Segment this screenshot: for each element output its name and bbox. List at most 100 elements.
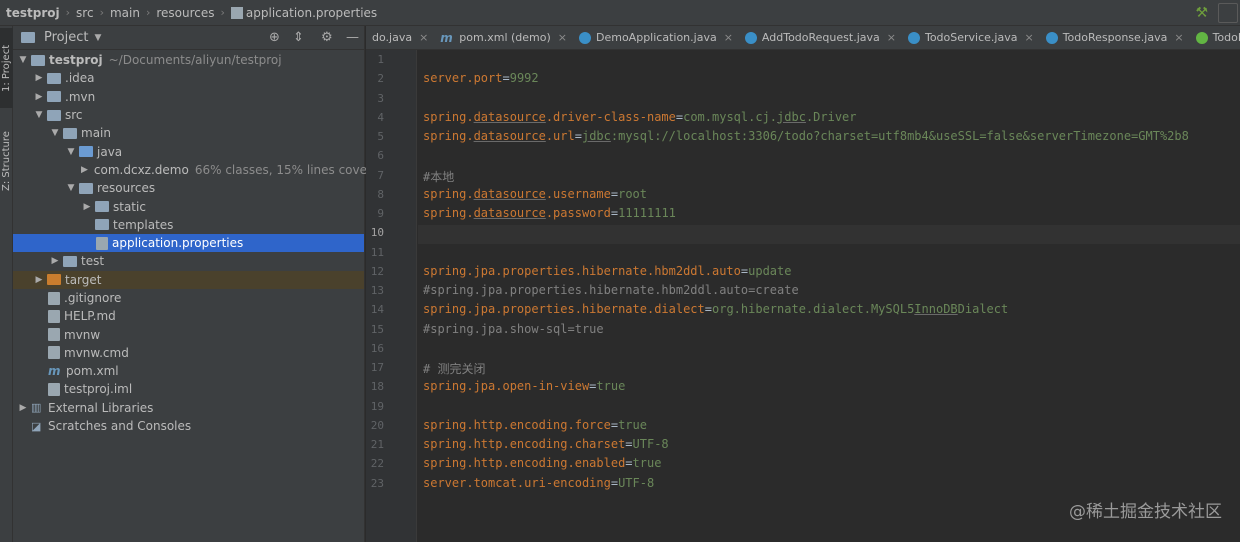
collapse-all-icon[interactable]: ⇕	[293, 30, 304, 46]
tree-item[interactable]: ▶ static	[13, 197, 364, 215]
build-hammer-icon[interactable]: ⚒	[1195, 5, 1208, 21]
breadcrumb-item[interactable]: application.properties	[230, 6, 377, 20]
expanded-arrow-icon[interactable]: ▼	[49, 128, 61, 138]
breadcrumb-item[interactable]: resources	[156, 6, 214, 20]
line-number: 13	[370, 284, 384, 297]
close-icon[interactable]: ×	[558, 31, 567, 44]
tree-item[interactable]: ▼ resources	[13, 179, 364, 197]
tree-item-label: test	[81, 254, 105, 269]
code-token: # 测完关闭	[423, 362, 486, 376]
tree-item[interactable]: HELP.md	[13, 307, 364, 325]
class-icon	[579, 31, 591, 44]
project-folder-icon	[21, 32, 35, 43]
tree-item-hint: ~/Documents/aliyun/testproj	[108, 53, 282, 68]
locate-target-icon[interactable]: ⊕	[269, 30, 280, 46]
code-token: =	[704, 302, 712, 317]
breadcrumb-item[interactable]: testproj	[6, 6, 60, 20]
editor-tab[interactable]: m pom.xml (demo) ×	[434, 26, 573, 49]
collapsed-arrow-icon[interactable]: ▶	[33, 275, 45, 285]
window-layout-icon[interactable]	[1218, 3, 1238, 23]
code-line: spring.http.encoding.enabled=true	[423, 456, 661, 470]
tree-item[interactable]: .gitignore	[13, 289, 364, 307]
project-panel-title[interactable]: Project	[44, 30, 88, 45]
tree-item-label: .mvn	[65, 89, 96, 104]
code-token: datasource	[473, 129, 546, 143]
editor-tab[interactable]: DemoApplication.java ×	[573, 26, 739, 49]
tree-item[interactable]: ▶ test	[13, 252, 364, 270]
code-line: #spring.jpa.show-sql=true	[423, 322, 604, 336]
collapsed-arrow-icon[interactable]: ▶	[81, 165, 88, 175]
code-line: spring.jpa.open-in-view=true	[423, 379, 625, 393]
tree-item[interactable]: templates	[13, 216, 364, 234]
tree-item-hint: 66% classes, 15% lines cove	[194, 162, 367, 177]
tree-item[interactable]: testproj.iml	[13, 380, 364, 398]
project-tree: ▼ testproj ~/Documents/aliyun/testproj ▶ .id…	[13, 50, 367, 435]
code-token: spring.jpa.properties.hibernate.dialect	[423, 302, 705, 317]
code-line: server.port=9992	[423, 71, 539, 85]
code-token: spring.	[423, 186, 474, 201]
code-editor[interactable]: 1 2 3 4 5 6 7 8 9 10 11 12 13 14 15 16 17 18 19 20 21 22 23 se…	[366, 50, 1240, 542]
expanded-arrow-icon[interactable]: ▼	[65, 147, 77, 157]
editor-tab[interactable]: TodoResponse.java ×	[1040, 26, 1190, 49]
breadcrumb-label: resources	[156, 5, 215, 20]
tree-item[interactable]: ▶ target	[13, 270, 364, 289]
breadcrumb-label: testproj	[6, 5, 60, 20]
tree-item[interactable]: ▶ ▥ External Libraries	[13, 399, 364, 417]
gear-icon[interactable]: ⚙	[321, 30, 333, 46]
line-number: 14	[370, 303, 384, 317]
close-icon[interactable]: ×	[887, 31, 896, 44]
tree-item-label: target	[65, 272, 102, 287]
breadcrumb-item[interactable]: main	[110, 6, 140, 20]
file-icon	[48, 382, 60, 396]
close-icon[interactable]: ×	[1174, 31, 1183, 44]
collapsed-arrow-icon[interactable]: ▶	[33, 92, 45, 102]
code-token: root	[618, 186, 647, 201]
folder-icon	[47, 109, 61, 121]
close-icon[interactable]: ×	[419, 31, 428, 44]
tree-item[interactable]: mvnw	[13, 325, 364, 343]
tool-tab-project[interactable]: 1: Project	[0, 28, 13, 108]
class-icon	[744, 31, 757, 44]
expanded-arrow-icon[interactable]: ▼	[65, 183, 77, 193]
tree-item[interactable]: ▼ testproj ~/Documents/aliyun/testproj	[13, 51, 364, 69]
editor-tab[interactable]: TodoRepository.java×	[1190, 26, 1240, 49]
code-token: true	[632, 456, 662, 471]
editor-tab-label: AddTodoRequest.java	[761, 31, 880, 44]
code-token: #spring.jpa.show-sql=true	[423, 321, 604, 336]
line-number: 12	[370, 264, 384, 278]
close-icon[interactable]: ×	[724, 31, 733, 44]
collapsed-arrow-icon[interactable]: ▶	[33, 73, 45, 83]
tree-item[interactable]: m pom.xml	[13, 362, 364, 380]
tree-item[interactable]: mvnw.cmd	[13, 344, 364, 362]
collapsed-arrow-icon[interactable]: ▶	[81, 202, 93, 212]
tree-item[interactable]: ▶ com.dcxz.demo 66% classes, 15% lines cov…	[13, 161, 367, 179]
breadcrumb-separator-icon: ›	[99, 6, 104, 19]
editor-tab[interactable]: AddTodoRequest.java ×	[739, 26, 902, 49]
chevron-down-icon[interactable]: ▼	[94, 33, 101, 43]
hide-panel-icon[interactable]: —	[346, 30, 359, 46]
tree-item-label: resources	[97, 181, 156, 196]
editor-tab[interactable]: TodoService.java ×	[902, 26, 1040, 49]
tree-item-label: templates	[113, 217, 174, 232]
expanded-arrow-icon[interactable]: ▼	[17, 55, 29, 65]
close-icon[interactable]: ×	[1024, 31, 1033, 44]
tool-tab-structure[interactable]: Z: Structure	[0, 116, 13, 206]
tree-item-label: .idea	[65, 71, 95, 86]
collapsed-arrow-icon[interactable]: ▶	[49, 256, 61, 266]
tree-item[interactable]: ▶ .mvn	[13, 88, 364, 106]
code-token: server.port	[423, 71, 503, 86]
editor-tab[interactable]: do.java ×	[366, 26, 434, 49]
folder-icon	[79, 146, 93, 158]
collapsed-arrow-icon[interactable]: ▶	[17, 403, 29, 413]
project-panel-header: Project ▼ ⊕ ⇕ ⚙ —	[13, 26, 364, 50]
tree-item[interactable]: ▼ src	[13, 106, 364, 124]
tree-item[interactable]: ◪ Scratches and Consoles	[13, 417, 364, 435]
tree-item[interactable]: application.properties	[13, 233, 364, 253]
line-number: 5	[377, 130, 384, 143]
tree-item[interactable]: ▶ .idea	[13, 69, 364, 87]
code-token: #spring.jpa.properties.hibernate.hbm2ddl…	[423, 283, 799, 297]
tree-item[interactable]: ▼ main	[13, 124, 364, 142]
breadcrumb-item[interactable]: src	[76, 6, 94, 20]
tree-item[interactable]: ▼ java	[13, 142, 364, 160]
expanded-arrow-icon[interactable]: ▼	[33, 110, 45, 120]
